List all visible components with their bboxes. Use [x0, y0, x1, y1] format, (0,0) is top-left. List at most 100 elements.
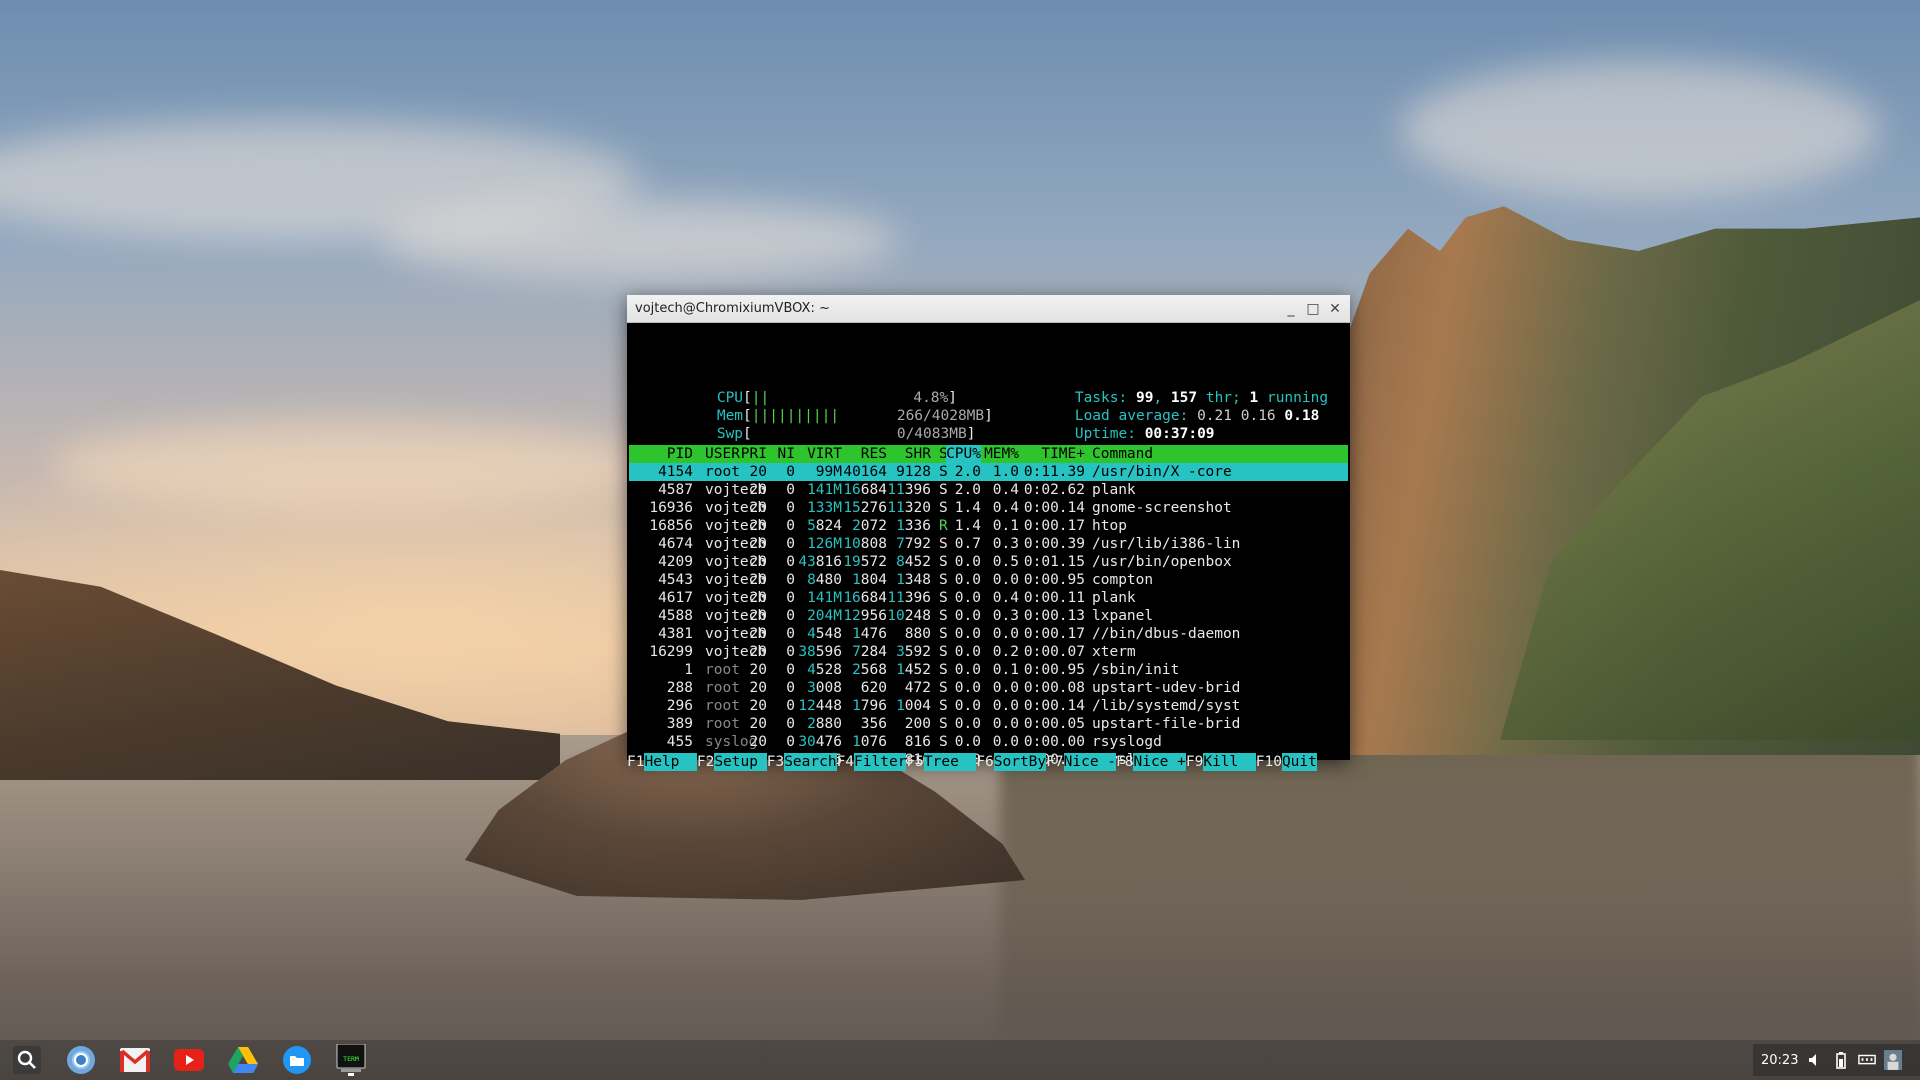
- fkey-f5[interactable]: F5Tree: [906, 753, 977, 771]
- htop-screen[interactable]: CPU[|| 4.8%] Mem[|||||||||| 266/4028MB] …: [627, 323, 1350, 771]
- mountain-reflection: [1000, 735, 1920, 1035]
- process-row[interactable]: 16936 vojtech 20 0 133M 15276 11320 S 1.4 0.4 0:00…: [629, 499, 1348, 517]
- cell-res: 40164: [843, 464, 887, 480]
- process-row[interactable]: 4674 vojtech 20 0 126M 10808 7792 S 0.7 0.3 0:00.3…: [629, 535, 1348, 553]
- drive-icon[interactable]: [227, 1044, 259, 1076]
- cell-cpu: 0.7: [954, 536, 981, 552]
- cell-res: 16684: [843, 590, 887, 606]
- cell-pid: 16299: [649, 644, 693, 660]
- fkey-number: F1: [627, 754, 645, 770]
- clock[interactable]: 20:23: [1761, 1053, 1798, 1068]
- column-header-virt[interactable]: VIRT: [807, 445, 842, 463]
- process-row[interactable]: 4588 vojtech 20 0 204M 12956 10248 S 0.0 0.3 0:00.…: [629, 607, 1348, 625]
- terminal-window[interactable]: vojtech@ChromixiumVBOX: ~ _ □ ✕ CPU[|| 4…: [627, 295, 1350, 771]
- process-row[interactable]: 455 syslog 20 0 30476 1076 816 S 0.0 0.0 0:00.00 rs…: [629, 733, 1348, 751]
- volume-icon[interactable]: [1806, 1051, 1824, 1069]
- cell-pid: 455: [666, 734, 693, 750]
- cell-shr: 1004: [896, 698, 931, 714]
- fkey-label: Nice -: [1063, 753, 1117, 771]
- cell-state: S: [939, 500, 948, 516]
- cell-virt: 141M: [807, 590, 842, 606]
- system-tray[interactable]: 20:23: [1753, 1044, 1920, 1076]
- cell-state: S: [939, 716, 948, 732]
- process-row[interactable]: 4543 vojtech 20 0 8480 1804 1348 S 0.0 0.0 0:00.95…: [629, 571, 1348, 589]
- files-icon[interactable]: [281, 1044, 313, 1076]
- cell-mem: 0.0: [992, 698, 1019, 714]
- cell-shr: 7792: [896, 536, 931, 552]
- fkey-f2[interactable]: F2Setup: [697, 753, 767, 771]
- column-header-mem[interactable]: MEM%: [984, 445, 1019, 463]
- maximize-button[interactable]: □: [1304, 300, 1322, 318]
- function-key-bar[interactable]: F1Help F2Setup F3SearchF4FilterF5Tree F6…: [627, 753, 1350, 771]
- window-titlebar[interactable]: vojtech@ChromixiumVBOX: ~ _ □ ✕: [627, 295, 1350, 323]
- fkey-f6[interactable]: F6SortBy: [976, 753, 1047, 771]
- process-row[interactable]: 4587 vojtech 20 0 141M 16684 11396 S 2.0 0.4 0:02.…: [629, 481, 1348, 499]
- cell-state: S: [939, 680, 948, 696]
- process-table-header[interactable]: PID USER PRI NI VIRT RES SHR S CPU% MEM% TIME+ Comm…: [629, 445, 1348, 463]
- cell-pri: 20: [749, 662, 767, 678]
- cell-virt: 30476: [798, 734, 842, 750]
- column-header-shr[interactable]: SHR: [905, 445, 931, 463]
- close-button[interactable]: ✕: [1326, 300, 1344, 318]
- process-row[interactable]: 4617 vojtech 20 0 141M 16684 11396 S 0.0 0.4 0:00.…: [629, 589, 1348, 607]
- column-header-res[interactable]: RES: [861, 445, 887, 463]
- fkey-f3[interactable]: F3Search: [767, 753, 837, 771]
- chromium-icon[interactable]: [65, 1044, 97, 1076]
- fkey-f4[interactable]: F4Filter: [837, 753, 907, 771]
- cell-time: 0:00.11: [1023, 590, 1085, 606]
- process-row[interactable]: 16856 vojtech 20 0 5824 2072 1336 R 1.4 0.1 0:00.1…: [629, 517, 1348, 535]
- battery-icon[interactable]: [1832, 1051, 1850, 1069]
- fkey-number: F6: [976, 754, 994, 770]
- cell-shr: 472: [904, 680, 931, 696]
- cell-ni: 0: [786, 716, 795, 732]
- process-row[interactable]: 4154 root 20 0 99M 40164 9128 S 2.0 1.0 0:11.39/us…: [629, 463, 1348, 481]
- column-header-user[interactable]: USER: [705, 445, 740, 463]
- cell-cpu: 1.4: [954, 518, 981, 534]
- cell-pid: 4543: [658, 572, 693, 588]
- column-header-pid[interactable]: PID: [667, 445, 693, 463]
- search-icon[interactable]: [11, 1044, 43, 1076]
- column-header-pri[interactable]: PRI: [741, 445, 767, 463]
- cell-mem: 0.0: [992, 572, 1019, 588]
- column-header-ni[interactable]: NI: [778, 445, 795, 463]
- process-row[interactable]: 288 root 20 0 3008 620 472 S 0.0 0.0 0:00.08 upstar…: [629, 679, 1348, 697]
- cpu-meter: CPU[||: [716, 390, 770, 406]
- fkey-number: F7: [1046, 754, 1064, 770]
- fkey-f9[interactable]: F9Kill: [1186, 753, 1256, 771]
- fkey-f10[interactable]: F10Quit: [1256, 753, 1317, 771]
- process-row[interactable]: 4209 vojtech 20 0 43816 19572 8452 S 0.0 0.5 0:01.…: [629, 553, 1348, 571]
- cell-cpu: 0.0: [954, 608, 981, 624]
- cell-ni: 0: [786, 464, 795, 480]
- cell-pri: 20: [749, 482, 767, 498]
- fkey-label: Search: [784, 753, 837, 771]
- cell-user: root: [705, 662, 740, 678]
- user-avatar[interactable]: [1884, 1050, 1903, 1070]
- cell-shr: 9128: [896, 464, 931, 480]
- cell-pid: 4209: [658, 554, 693, 570]
- column-header-time[interactable]: TIME+: [1041, 445, 1085, 463]
- process-row[interactable]: 296 root 20 0 12448 1796 1004 S 0.0 0.0 0:00.14/li…: [629, 697, 1348, 715]
- terminal-icon[interactable]: TERM: [335, 1044, 367, 1076]
- cell-shr: 11396: [887, 590, 931, 606]
- minimize-button[interactable]: _: [1282, 300, 1300, 318]
- cell-shr: 1336: [896, 518, 931, 534]
- process-row[interactable]: 4381 vojtech 20 0 4548 1476 880 S 0.0 0.0 0:00.17/…: [629, 625, 1348, 643]
- process-row[interactable]: 16299 vojtech 20 0 38596 7284 3592 S 0.0 0.2 0:00.…: [629, 643, 1348, 661]
- fkey-f7[interactable]: F7Nice -: [1046, 753, 1117, 771]
- cell-mem: 0.4: [992, 500, 1019, 516]
- youtube-icon[interactable]: [173, 1044, 205, 1076]
- network-icon[interactable]: [1858, 1051, 1877, 1069]
- cell-virt: 38596: [798, 644, 842, 660]
- fkey-f1[interactable]: F1Help: [627, 753, 697, 771]
- cpu-value: 4.8%]: [913, 390, 957, 406]
- column-header-cpu[interactable]: CPU%: [946, 445, 981, 463]
- cell-cpu: 2.0: [954, 464, 981, 480]
- process-row[interactable]: 389 root 20 0 2880 356 200 S 0.0 0.0 0:00.05 upstar…: [629, 715, 1348, 733]
- cell-mem: 0.3: [992, 536, 1019, 552]
- process-row[interactable]: 1 root 20 0 4528 2568 1452 S 0.0 0.1 0:00.95/sbin/…: [629, 661, 1348, 679]
- fkey-f8[interactable]: F8Nice +: [1116, 753, 1186, 771]
- gmail-icon[interactable]: [119, 1044, 151, 1076]
- column-header-command[interactable]: Command: [1092, 445, 1153, 463]
- cell-pri: 20: [749, 680, 767, 696]
- cell-user: root: [705, 698, 740, 714]
